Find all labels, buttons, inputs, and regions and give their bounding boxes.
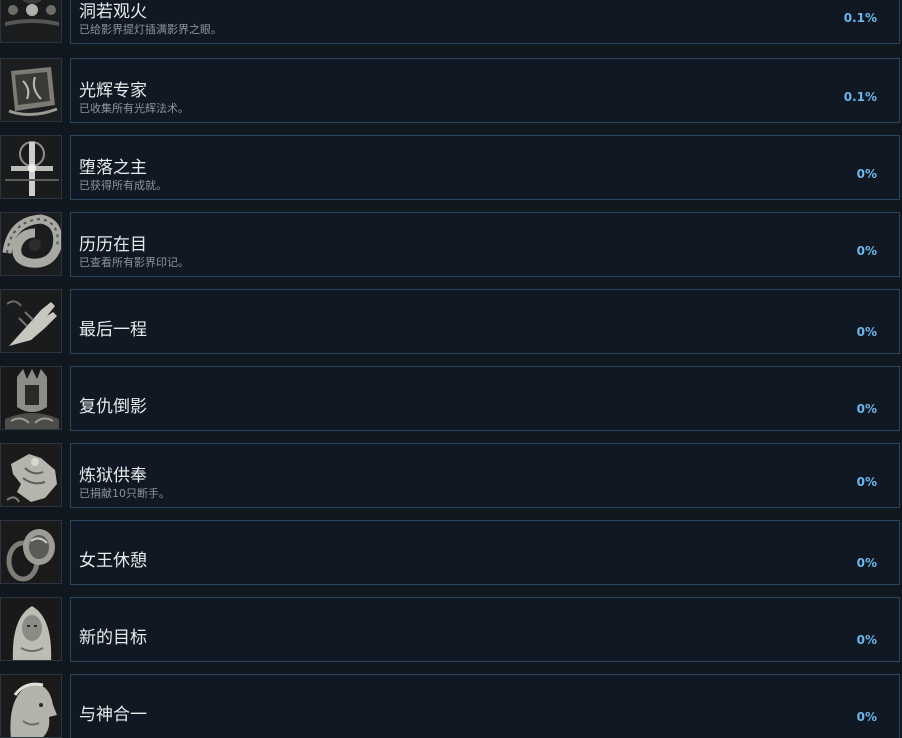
achievement-icon-frame bbox=[0, 212, 62, 276]
achievement-panel: 光辉专家 已收集所有光辉法术。 0.1% bbox=[70, 58, 900, 123]
achievement-panel: 最后一程 0% bbox=[70, 289, 900, 354]
achievement-row[interactable]: 与神合一 0% bbox=[0, 674, 902, 738]
unlock-percentage: 0.1% bbox=[843, 11, 877, 25]
achievement-panel: 与神合一 0% bbox=[70, 674, 900, 738]
achievement-panel: 炼狱供奉 已捐献10只断手。 0% bbox=[70, 443, 900, 508]
spellbook-icon bbox=[1, 59, 61, 121]
achievement-title: 最后一程 bbox=[79, 320, 147, 340]
unlock-percentage: 0% bbox=[856, 633, 877, 647]
achievement-row[interactable]: 光辉专家 已收集所有光辉法术。 0.1% bbox=[0, 58, 902, 124]
achievement-row[interactable]: 女王休憩 0% bbox=[0, 520, 902, 586]
achievement-title: 光辉专家 bbox=[79, 81, 147, 101]
achievement-description: 已收集所有光辉法术。 bbox=[79, 102, 189, 115]
achievement-row[interactable]: 复仇倒影 0% bbox=[0, 366, 902, 432]
unlock-percentage: 0% bbox=[856, 167, 877, 181]
achievement-icon-frame bbox=[0, 366, 62, 430]
knight-helm-icon bbox=[1, 367, 61, 429]
achievement-icon-frame bbox=[0, 674, 62, 738]
achievement-icon-frame bbox=[0, 58, 62, 122]
achievement-title: 炼狱供奉 bbox=[79, 466, 147, 486]
unlock-percentage: 0% bbox=[856, 475, 877, 489]
achievement-title: 历历在目 bbox=[79, 235, 147, 255]
outstretched-hand-icon bbox=[1, 290, 61, 352]
unlock-percentage: 0% bbox=[856, 556, 877, 570]
achievement-icon-frame bbox=[0, 135, 62, 199]
achievement-panel: 复仇倒影 0% bbox=[70, 366, 900, 431]
achievement-row[interactable]: 最后一程 0% bbox=[0, 289, 902, 355]
achievement-description: 已查看所有影界印记。 bbox=[79, 256, 189, 269]
achievement-icon-frame bbox=[0, 289, 62, 353]
achievement-description: 已捐献10只断手。 bbox=[79, 487, 170, 500]
achievement-description: 已给影界提灯插满影界之眼。 bbox=[79, 23, 222, 36]
achievement-title: 洞若观火 bbox=[79, 2, 147, 22]
achievement-panel: 历历在目 已查看所有影界印记。 0% bbox=[70, 212, 900, 277]
achievement-title: 新的目标 bbox=[79, 628, 147, 648]
achievement-icon-frame bbox=[0, 597, 62, 661]
achievement-panel: 洞若观火 已给影界提灯插满影界之眼。 0.1% bbox=[70, 0, 900, 44]
ring-icon bbox=[1, 521, 61, 583]
achievement-description: 已获得所有成就。 bbox=[79, 179, 167, 192]
achievement-row[interactable]: 洞若观火 已给影界提灯插满影界之眼。 0.1% bbox=[0, 0, 902, 45]
achievement-icon-frame bbox=[0, 443, 62, 507]
achievement-icon-frame bbox=[0, 520, 62, 584]
unlock-percentage: 0% bbox=[856, 710, 877, 724]
achievement-title: 女王休憩 bbox=[79, 551, 147, 571]
sword-cross-icon bbox=[1, 136, 61, 198]
unlock-percentage: 0% bbox=[856, 325, 877, 339]
woman-portrait-icon bbox=[1, 598, 61, 660]
unlock-percentage: 0.1% bbox=[843, 90, 877, 104]
achievement-icon-frame bbox=[0, 0, 62, 43]
achievement-title: 复仇倒影 bbox=[79, 397, 147, 417]
worm-creature-icon bbox=[1, 213, 61, 275]
achievement-row[interactable]: 炼狱供奉 已捐献10只断手。 0% bbox=[0, 443, 902, 509]
achievement-title: 堕落之主 bbox=[79, 158, 147, 178]
achievement-panel: 新的目标 0% bbox=[70, 597, 900, 662]
ornate-relic-icon bbox=[1, 0, 61, 42]
achievement-panel: 堕落之主 已获得所有成就。 0% bbox=[70, 135, 900, 200]
woman-profile-icon bbox=[1, 675, 61, 737]
unlock-percentage: 0% bbox=[856, 244, 877, 258]
open-palm-icon bbox=[1, 444, 61, 506]
achievement-row[interactable]: 堕落之主 已获得所有成就。 0% bbox=[0, 135, 902, 201]
achievement-title: 与神合一 bbox=[79, 705, 147, 725]
achievement-panel: 女王休憩 0% bbox=[70, 520, 900, 585]
achievement-row[interactable]: 历历在目 已查看所有影界印记。 0% bbox=[0, 212, 902, 278]
unlock-percentage: 0% bbox=[856, 402, 877, 416]
achievement-list: 洞若观火 已给影界提灯插满影界之眼。 0.1% 光辉专家 已收集所有光辉法术。 … bbox=[0, 0, 902, 738]
achievement-row[interactable]: 新的目标 0% bbox=[0, 597, 902, 663]
